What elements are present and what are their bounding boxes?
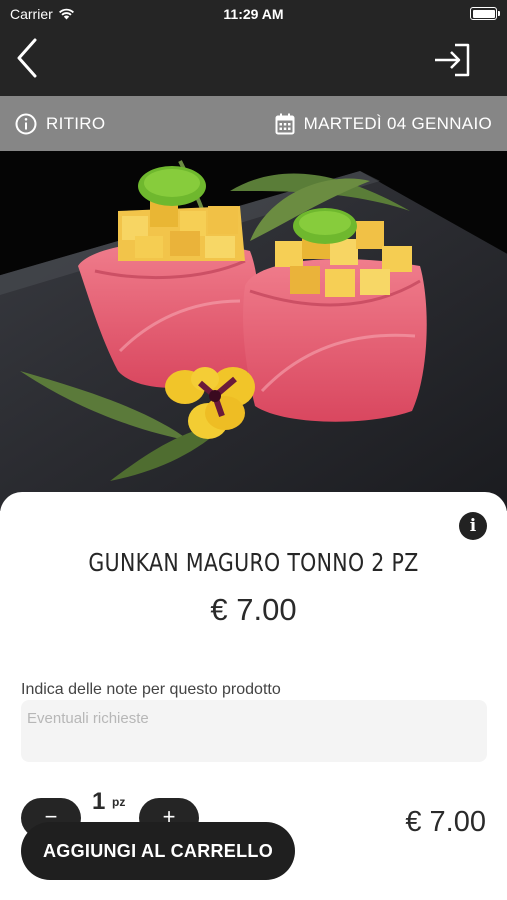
sushi-photo xyxy=(0,151,507,511)
quantity-unit: pz xyxy=(112,795,126,809)
top-bar: Carrier 11:29 AM xyxy=(0,0,507,96)
product-title: GUNKAN MAGURO TONNO 2 PZ xyxy=(88,548,419,577)
back-button[interactable] xyxy=(16,36,52,80)
order-info-bar: RITIRO MARTEDÌ 04 GENNAIO xyxy=(0,96,507,151)
status-time: 11:29 AM xyxy=(223,6,284,22)
notes-label: Indica delle note per questo prodotto xyxy=(21,681,281,698)
pickup-mode[interactable]: RITIRO xyxy=(15,113,105,135)
battery-icon xyxy=(470,7,500,20)
notes-input[interactable] xyxy=(21,700,487,762)
chevron-left-icon xyxy=(17,38,37,78)
product-image xyxy=(0,151,507,511)
add-to-cart-button[interactable]: AGGIUNGI AL CARRELLO xyxy=(21,822,295,880)
pickup-date-label: MARTEDÌ 04 GENNAIO xyxy=(303,113,492,133)
login-button[interactable] xyxy=(433,42,473,78)
status-bar: Carrier 11:29 AM xyxy=(0,0,507,28)
info-icon[interactable]: i xyxy=(459,512,487,540)
product-detail-sheet: i GUNKAN MAGURO TONNO 2 PZ € 7.00 Indica… xyxy=(0,492,507,900)
cart-total: € 7.00 xyxy=(405,806,486,838)
quantity-value: 1 xyxy=(92,788,106,815)
info-circle-icon xyxy=(15,113,37,134)
pickup-date[interactable]: MARTEDÌ 04 GENNAIO xyxy=(275,113,492,135)
pickup-mode-label: RITIRO xyxy=(46,113,106,133)
product-price: € 7.00 xyxy=(210,592,297,627)
calendar-icon xyxy=(275,113,295,134)
sign-in-icon xyxy=(435,43,470,77)
